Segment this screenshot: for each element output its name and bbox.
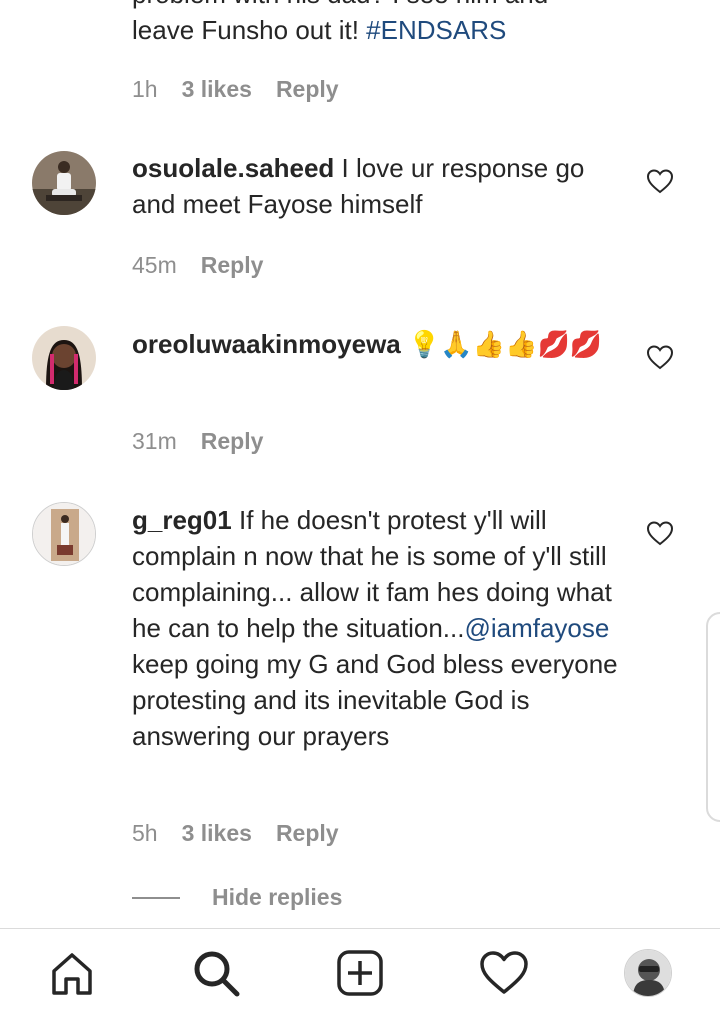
- comment-time: 1h: [132, 76, 158, 102]
- comments-feed[interactable]: problem with his dad? I see him and leav…: [0, 0, 720, 928]
- hide-replies-button[interactable]: Hide replies: [132, 884, 342, 911]
- comment-text: keep going my G and God bless everyone p…: [132, 649, 618, 751]
- new-post-icon[interactable]: [334, 947, 386, 999]
- comment-meta: 31m Reply: [132, 428, 287, 455]
- profile-avatar[interactable]: [622, 947, 674, 999]
- comment-username[interactable]: oreoluwaakinmoyewa: [132, 329, 401, 359]
- hide-replies-label: Hide replies: [212, 884, 343, 910]
- side-panel-handle[interactable]: [706, 612, 720, 822]
- avatar[interactable]: [32, 326, 96, 390]
- likes-count-button[interactable]: 3 likes: [182, 76, 252, 103]
- like-heart-icon[interactable]: [646, 168, 674, 194]
- comment-meta: 5h 3 likes Reply: [132, 820, 363, 847]
- avatar[interactable]: [32, 502, 96, 566]
- comment-partial: problem with his dad? I see him and leav…: [132, 0, 652, 48]
- search-icon[interactable]: [190, 947, 242, 999]
- bottom-navigation-bar: [0, 928, 720, 1015]
- activity-heart-icon[interactable]: [478, 947, 530, 999]
- comment-body: oreoluwaakinmoyewa 💡🙏👍👍💋💋: [132, 326, 622, 362]
- comment-time: 45m: [132, 252, 177, 278]
- comment-body: g_reg01 If he doesn't protest y'll will …: [132, 502, 622, 754]
- divider-line: [132, 896, 180, 899]
- reply-button[interactable]: Reply: [201, 428, 264, 455]
- comment-username[interactable]: g_reg01: [132, 505, 232, 535]
- comment-text-line: problem with his dad? I see him and: [132, 0, 652, 12]
- comment-meta: 45m Reply: [132, 252, 287, 279]
- likes-count-button[interactable]: 3 likes: [182, 820, 252, 847]
- avatar[interactable]: [32, 151, 96, 215]
- comment-username[interactable]: osuolale.saheed: [132, 153, 334, 183]
- hashtag-link[interactable]: #ENDSARS: [366, 15, 506, 45]
- like-heart-icon[interactable]: [646, 344, 674, 370]
- comment-text-line: leave Funsho out it!: [132, 15, 359, 45]
- reply-button[interactable]: Reply: [276, 76, 339, 103]
- comment-time: 5h: [132, 820, 158, 846]
- reply-button[interactable]: Reply: [201, 252, 264, 279]
- comment-meta: 1h 3 likes Reply: [132, 76, 363, 103]
- comment-text: 💡🙏👍👍💋💋: [408, 329, 603, 359]
- comment-body: osuolale.saheed I love ur response go an…: [132, 150, 622, 222]
- comment-time: 31m: [132, 428, 177, 454]
- home-icon[interactable]: [46, 947, 98, 999]
- like-heart-icon[interactable]: [646, 520, 674, 546]
- reply-button[interactable]: Reply: [276, 820, 339, 847]
- mention-link[interactable]: @iamfayose: [464, 613, 609, 643]
